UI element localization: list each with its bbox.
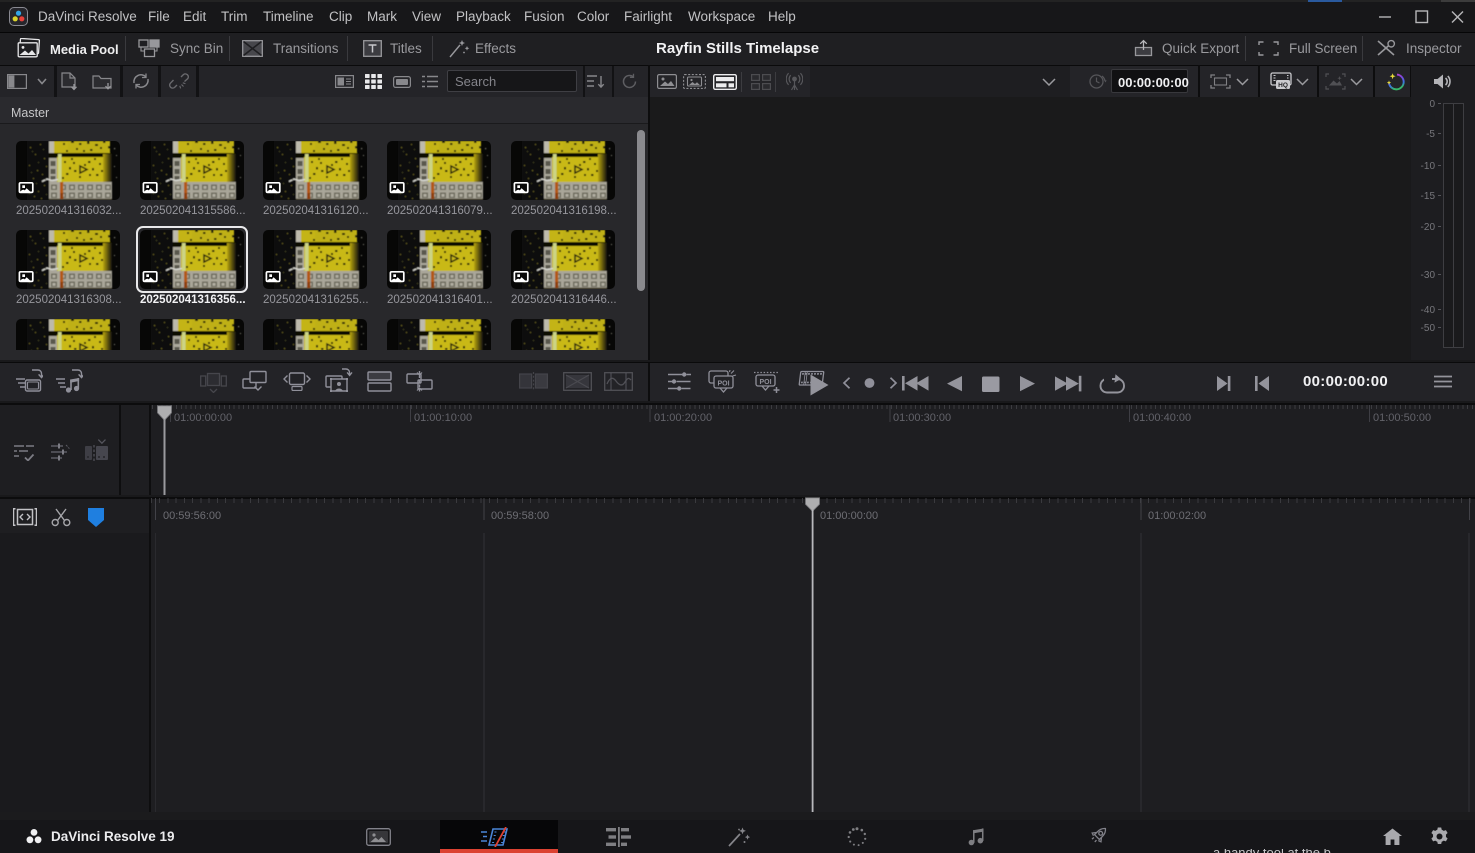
svg-text:-5: -5 [1426,129,1435,140]
svg-text:HQ: HQ [1278,82,1288,89]
svg-text:0: 0 [1429,99,1435,110]
svg-text:-10: -10 [1421,161,1436,172]
svg-text:POI: POI [717,381,729,388]
svg-text:-40: -40 [1421,305,1436,316]
svg-text:POI: POI [759,379,771,386]
svg-text:-30: -30 [1421,270,1436,281]
svg-text:-20: -20 [1421,222,1436,233]
svg-text:-50: -50 [1421,323,1436,334]
svg-text:-15: -15 [1421,191,1436,202]
